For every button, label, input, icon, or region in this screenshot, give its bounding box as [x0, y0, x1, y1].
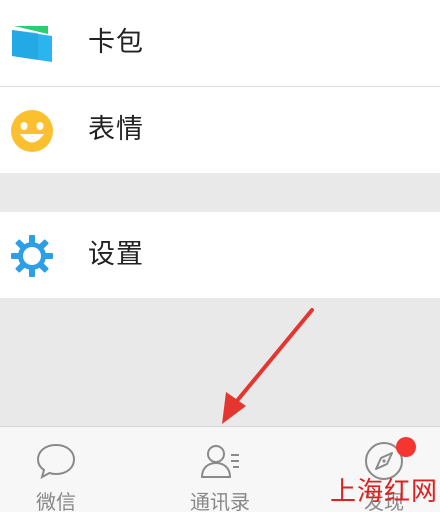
chat-bubble-icon [36, 443, 76, 479]
menu-item-label: 设置 [88, 239, 144, 270]
wechat-me-screen: 卡包 表情 设置 微信 通讯录 发现 上海红网 [0, 0, 440, 512]
tab-label: 通讯录 [190, 490, 250, 512]
tab-chats[interactable]: 微信 [0, 427, 116, 512]
tab-contacts[interactable]: 通讯录 [160, 427, 280, 512]
tab-label: 微信 [36, 490, 76, 512]
wallet-icon [12, 26, 52, 62]
watermark: 上海红网 [330, 477, 439, 507]
notification-badge [396, 437, 416, 457]
menu-item-stickers[interactable]: 表情 [0, 87, 440, 173]
menu-group-settings: 设置 [0, 212, 440, 298]
menu-item-settings[interactable]: 设置 [0, 212, 440, 298]
menu-item-label: 表情 [88, 114, 144, 145]
contacts-icon [200, 445, 239, 478]
menu-item-card-wallet[interactable]: 卡包 [0, 0, 440, 86]
menu-group-top: 卡包 表情 [0, 0, 440, 173]
smiley-icon [11, 110, 53, 152]
gear-icon [11, 235, 53, 277]
menu-item-label: 卡包 [88, 27, 144, 58]
